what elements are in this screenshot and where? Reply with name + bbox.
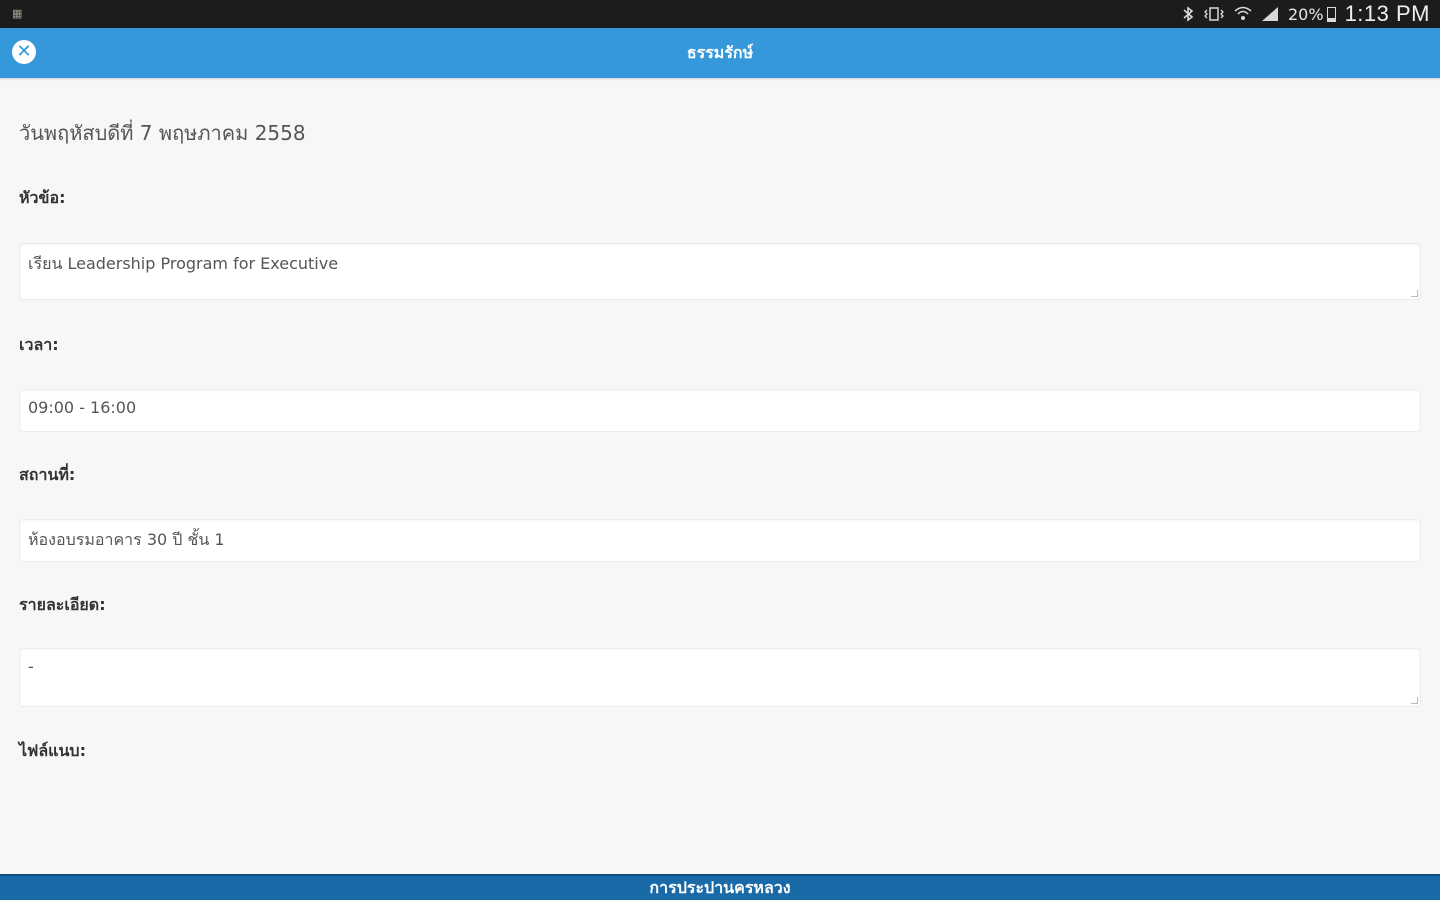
close-button[interactable]: ✕ (12, 40, 36, 64)
page-title: ธรรมรักษ์ (686, 42, 754, 62)
resize-grip-icon[interactable] (1411, 697, 1418, 704)
battery-indicator: 20% (1288, 5, 1336, 24)
location-field[interactable]: ห้องอบรมอาคาร 30 ปี ชั้น 1 (19, 519, 1421, 562)
bluetooth-icon (1182, 6, 1194, 22)
wifi-icon (1234, 6, 1252, 22)
signal-icon (1261, 6, 1279, 22)
status-time: 1:13 PM (1344, 1, 1430, 26)
time-label: เวลา: (19, 335, 59, 354)
notification-app-icon: ▦ (12, 7, 23, 20)
status-bar-left: ▦ (12, 8, 26, 20)
title-field[interactable]: เรียน Leadership Program for Executive (19, 243, 1421, 300)
details-field[interactable]: - (19, 648, 1421, 707)
resize-grip-icon[interactable] (1411, 290, 1418, 297)
battery-fill (1327, 17, 1335, 21)
location-label: สถานที่: (19, 465, 76, 484)
event-detail: วันพฤหัสบดีที่ 7 พฤษภาคม 2558 หัวข้อ: เร… (0, 78, 1440, 874)
battery-percent: 20% (1288, 4, 1324, 24)
title-label: หัวข้อ: (19, 188, 66, 207)
details-value: - (28, 657, 34, 676)
details-label: รายละเอียด: (19, 595, 106, 614)
location-value: ห้องอบรมอาคาร 30 ปี ชั้น 1 (28, 530, 225, 549)
time-value: 09:00 - 16:00 (28, 398, 137, 417)
event-date: วันพฤหัสบดีที่ 7 พฤษภาคม 2558 (19, 121, 306, 145)
status-bar-right: 20% 1:13 PM (1182, 1, 1430, 27)
footer-bar: การประปานครหลวง (0, 874, 1440, 900)
title-value: เรียน Leadership Program for Executive (28, 254, 339, 273)
status-bar: ▦ 20% 1:13 PM (0, 0, 1440, 28)
footer-organization: การประปานครหลวง (649, 877, 791, 897)
vibrate-icon (1203, 6, 1225, 22)
attachment-label: ไฟล์แนบ: (19, 741, 86, 760)
close-icon: ✕ (16, 41, 32, 62)
battery-icon (1326, 6, 1336, 22)
app-header: ✕ ธรรมรักษ์ (0, 28, 1440, 78)
time-field[interactable]: 09:00 - 16:00 (19, 389, 1421, 432)
